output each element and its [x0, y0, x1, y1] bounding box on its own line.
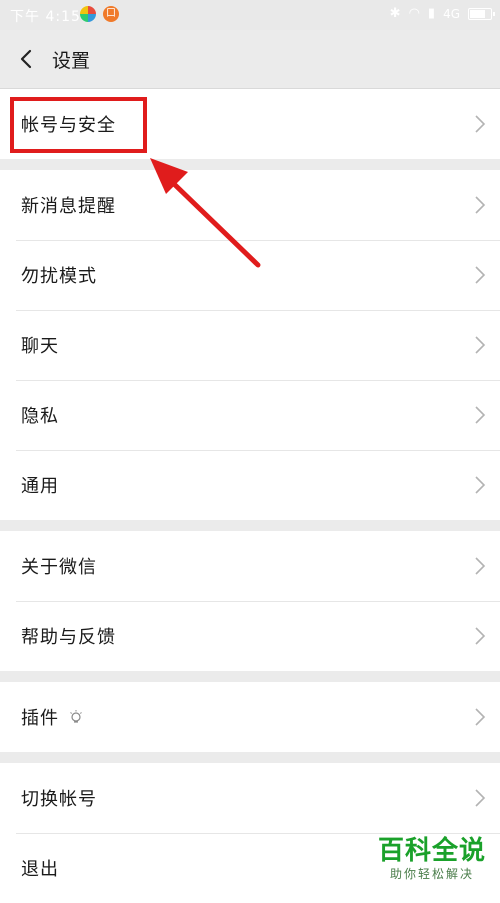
- status-bar: 下午 4:15 口 ✱ ◠ ▮ 4G: [0, 0, 500, 30]
- settings-item-about-wechat[interactable]: 关于微信: [0, 531, 500, 601]
- app-notification-icon-2: 口: [103, 6, 119, 22]
- chevron-right-icon: [475, 196, 486, 214]
- page-title: 设置: [52, 50, 91, 72]
- settings-item-label: 隐私: [21, 406, 59, 427]
- settings-item-label: 聊天: [21, 336, 59, 357]
- chevron-right-icon: [475, 557, 486, 575]
- battery-icon: [468, 7, 495, 20]
- settings-item-plugins[interactable]: 插件: [0, 682, 500, 752]
- settings-item-label: 切换帐号: [21, 789, 97, 810]
- app-notification-icon: [80, 6, 96, 22]
- chevron-right-icon: [475, 476, 486, 494]
- settings-group-plugins: 插件: [0, 682, 500, 752]
- chevron-right-icon: [475, 266, 486, 284]
- settings-item-label: 插件: [21, 708, 59, 729]
- settings-group-main: 新消息提醒 勿扰模式 聊天 隐私 通用: [0, 170, 500, 520]
- settings-item-notifications[interactable]: 新消息提醒: [0, 170, 500, 240]
- chevron-right-icon: [475, 708, 486, 726]
- settings-item-help-feedback[interactable]: 帮助与反馈: [0, 601, 500, 671]
- settings-item-privacy[interactable]: 隐私: [0, 380, 500, 450]
- network-type: 4G: [443, 6, 460, 21]
- watermark-logo: 百科全说 助你轻松解决: [378, 830, 486, 882]
- settings-item-label: 通用: [21, 476, 59, 497]
- status-indicators: ✱ ◠ ▮ 4G: [389, 6, 495, 21]
- settings-item-label: 勿扰模式: [21, 266, 97, 287]
- chevron-right-icon: [475, 627, 486, 645]
- wifi-icon: ◠: [408, 6, 420, 21]
- watermark-title: 百科全说: [378, 836, 487, 866]
- settings-item-label: 关于微信: [21, 557, 97, 578]
- settings-item-label: 新消息提醒: [21, 196, 116, 217]
- settings-item-chat[interactable]: 聊天: [0, 310, 500, 380]
- lightbulb-icon: [70, 710, 82, 723]
- chevron-right-icon: [475, 789, 486, 807]
- settings-header: 设置: [0, 30, 500, 89]
- settings-item-label: 退出: [21, 859, 59, 880]
- chevron-right-icon: [475, 406, 486, 424]
- settings-item-switch-account[interactable]: 切换帐号: [0, 763, 500, 833]
- chevron-right-icon: [475, 336, 486, 354]
- settings-item-label: 帮助与反馈: [21, 627, 116, 648]
- status-time: 下午 4:15: [10, 9, 81, 25]
- settings-group-about: 关于微信 帮助与反馈: [0, 531, 500, 671]
- watermark-subtitle: 助你轻松解决: [390, 867, 475, 881]
- back-arrow-icon[interactable]: [16, 48, 38, 70]
- bluetooth-icon: ✱: [389, 6, 401, 21]
- settings-item-do-not-disturb[interactable]: 勿扰模式: [0, 240, 500, 310]
- chevron-right-icon: [475, 115, 486, 133]
- annotation-highlight-box: [10, 97, 147, 153]
- settings-item-general[interactable]: 通用: [0, 450, 500, 520]
- signal-icon: ▮: [427, 6, 436, 21]
